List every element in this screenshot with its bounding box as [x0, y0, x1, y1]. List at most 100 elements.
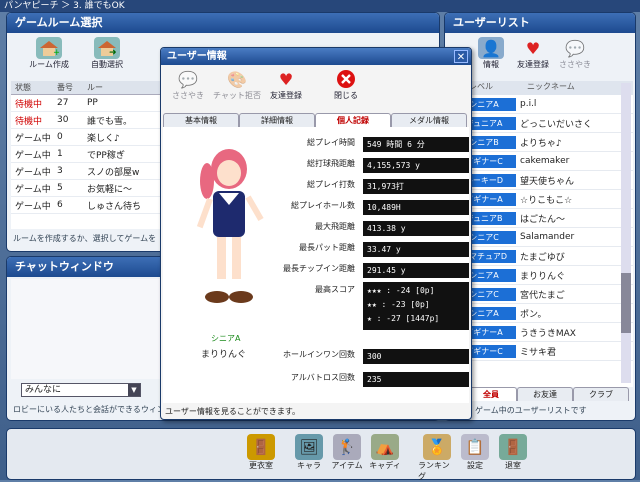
room-status: 待機中 — [15, 99, 43, 110]
item-button[interactable]: 🏌 アイテム — [328, 434, 366, 482]
table-row[interactable]: 待機中 27 PP — [11, 95, 163, 112]
stat-label: 最長パット距離 — [299, 243, 355, 252]
character-name: まりりんぐ — [201, 350, 247, 360]
room-status: ゲーム中 — [15, 150, 51, 161]
caddie-button[interactable]: ⛺ キャディ — [366, 434, 404, 482]
item-icon: 🏌 — [333, 434, 361, 460]
room-number: 6 — [57, 200, 63, 210]
list-item[interactable]: ジュニアA どっこいだいさく — [449, 114, 633, 133]
chat-block-button[interactable]: 🎨 チャット拒否 — [213, 68, 261, 101]
hearts-icon: ♥ — [278, 69, 294, 89]
user-table: レベル ニックネーム シニアA p.i.l ジュニアA どっこいだいさく シニアB より… — [449, 81, 633, 387]
list-item[interactable]: シニアA まりりんぐ — [449, 266, 633, 285]
list-item[interactable]: ジュニアB はごたん～ — [449, 209, 633, 228]
auto-select-button[interactable]: ➜ 自動選択 — [81, 37, 133, 70]
nickname: たまごゆび — [520, 252, 565, 263]
exit-button[interactable]: 🚪 退室 — [494, 434, 532, 482]
user-list-footer: ゲーム中のユーザーリストです — [475, 406, 587, 415]
item-label: アイテム — [331, 461, 363, 470]
table-row[interactable]: ゲーム中 1 でPP稼ぎ — [11, 146, 163, 163]
list-item[interactable]: シニアB よりちゃ♪ — [449, 133, 633, 152]
nickname: うきうきMAX — [520, 328, 576, 339]
list-item[interactable]: ビギナーA ☆りこもこ☆ — [449, 190, 633, 209]
nickname: p.i.l — [520, 99, 537, 109]
dialog-footer: ユーザー情報を見ることができます。 — [165, 407, 301, 416]
create-room-label: ルーム作成 — [29, 60, 69, 69]
table-row[interactable]: 待機中 30 誰でも雪。 — [11, 112, 163, 129]
ranking-button[interactable]: 🏅 ランキング — [418, 434, 456, 482]
table-row[interactable]: ゲーム中 5 お気軽に～ — [11, 180, 163, 197]
settings-button[interactable]: 📋 設定 — [456, 434, 494, 482]
list-item[interactable]: ビギナーC cakemaker — [449, 152, 633, 171]
tab-all[interactable]: 全員 — [465, 387, 517, 401]
settings-icon: 📋 — [461, 434, 489, 460]
user-list-window: ユーザーリスト 👤 情報 ♥ 友達登録 💬 ささやき レベル ニックネーム シニアA p.… — [444, 12, 636, 421]
nickname: はごたん～ — [520, 214, 566, 225]
chat-footer: ロビーにいる人たちと会話ができるウィン — [13, 405, 165, 414]
character-image — [196, 149, 264, 303]
tab-basic-info[interactable]: 基本情報 — [163, 113, 239, 127]
list-item[interactable]: シニアC Salamander — [449, 228, 633, 247]
close-icon[interactable]: ✕ — [454, 50, 468, 63]
info-icon: 👤 — [478, 37, 504, 59]
ranking-label: ランキング — [418, 461, 450, 481]
room-status: ゲーム中 — [15, 184, 51, 195]
stat-label: 総プレイホール数 — [291, 201, 355, 210]
locker-icon: 🚪 — [247, 434, 275, 460]
user-info-button[interactable]: 👤 情報 — [471, 37, 511, 70]
room-number: 5 — [57, 183, 63, 193]
list-item[interactable]: ビギナーA うきうきMAX — [449, 323, 633, 342]
ranking-icon: 🏅 — [423, 434, 451, 460]
tab-club[interactable]: クラブ — [573, 387, 629, 401]
stat-value: 549 時間 6 分 — [363, 137, 469, 152]
user-tabs: 全員 お友達 クラブ — [465, 387, 629, 401]
table-row[interactable]: ゲーム中 3 スノの部屋w — [11, 163, 163, 180]
stat-label: アルバトロス回数 — [290, 373, 355, 382]
chevron-down-icon: ▼ — [128, 384, 140, 396]
room-name: 楽しく♪ — [87, 133, 120, 144]
stat-label: 総プレイ時間 — [307, 138, 355, 147]
table-row[interactable]: ゲーム中 6 しゅさん待ち — [11, 197, 163, 214]
breadcrumb: パンヤピーチ ＞ 3. 誰でもOK — [4, 1, 125, 11]
add-friend-button[interactable]: ♥ 友達登録 — [513, 37, 553, 70]
room-number: 3 — [57, 166, 63, 176]
tab-friends[interactable]: お友達 — [517, 387, 573, 401]
stat-value: 291.45 y — [363, 263, 469, 278]
character-button[interactable]: 🖼 キャラ — [290, 434, 328, 482]
list-item[interactable]: アマチュアD たまごゆび — [449, 247, 633, 266]
stat-value: 33.47 y — [363, 242, 469, 257]
locker-button[interactable]: 🚪 更衣室 — [242, 434, 280, 482]
dialog-whisper-button[interactable]: 💬 ささやき — [167, 68, 209, 101]
stat-value: 31,973打 — [363, 179, 469, 194]
tab-medal-info[interactable]: メダル情報 — [391, 113, 467, 127]
room-number: 30 — [57, 115, 69, 125]
list-item[interactable]: シニアA p.i.l — [449, 95, 633, 114]
stat-value: 10,489H — [363, 200, 469, 215]
tab-detail-info[interactable]: 詳細情報 — [239, 113, 315, 127]
create-room-button[interactable]: + ルーム作成 — [23, 37, 75, 70]
nickname: cakemaker — [520, 156, 570, 166]
dialog-add-friend-button[interactable]: ♥ 友達登録 — [265, 68, 307, 101]
best-score-3star: ★★★ : -24 [0p] — [367, 286, 435, 295]
nickname: ☆りこもこ☆ — [520, 195, 573, 206]
chat-target-value: みんなに — [25, 385, 62, 395]
dialog-close-button[interactable]: 閉じる — [325, 68, 367, 101]
tab-personal-record[interactable]: 個人記録 — [315, 113, 391, 127]
list-item[interactable]: ビギナーC ミサキ君 — [449, 342, 633, 361]
user-scrollbar[interactable] — [621, 83, 631, 383]
list-item[interactable]: シニアC 宮代たまご — [449, 285, 633, 304]
chat-target-select[interactable]: みんなに ▼ — [21, 383, 141, 397]
room-name: スノの部屋w — [87, 167, 140, 178]
room-status: 待機中 — [15, 116, 43, 127]
chat-log — [11, 279, 161, 379]
whisper-button[interactable]: 💬 ささやき — [555, 37, 595, 70]
user-list-title: ユーザーリスト — [445, 13, 635, 33]
room-status: ゲーム中 — [15, 167, 51, 178]
scroll-thumb[interactable] — [621, 273, 631, 333]
list-item[interactable]: ルーキーD 望天使ちゃん — [449, 171, 633, 190]
room-table-header: 状態 番号 ルー — [11, 81, 163, 95]
list-item[interactable]: シニアA ポン。 — [449, 304, 633, 323]
character-level: シニアA — [211, 334, 241, 343]
table-row[interactable]: ゲーム中 0 楽しく♪ — [11, 129, 163, 146]
whisper-icon: 💬 — [178, 69, 198, 89]
